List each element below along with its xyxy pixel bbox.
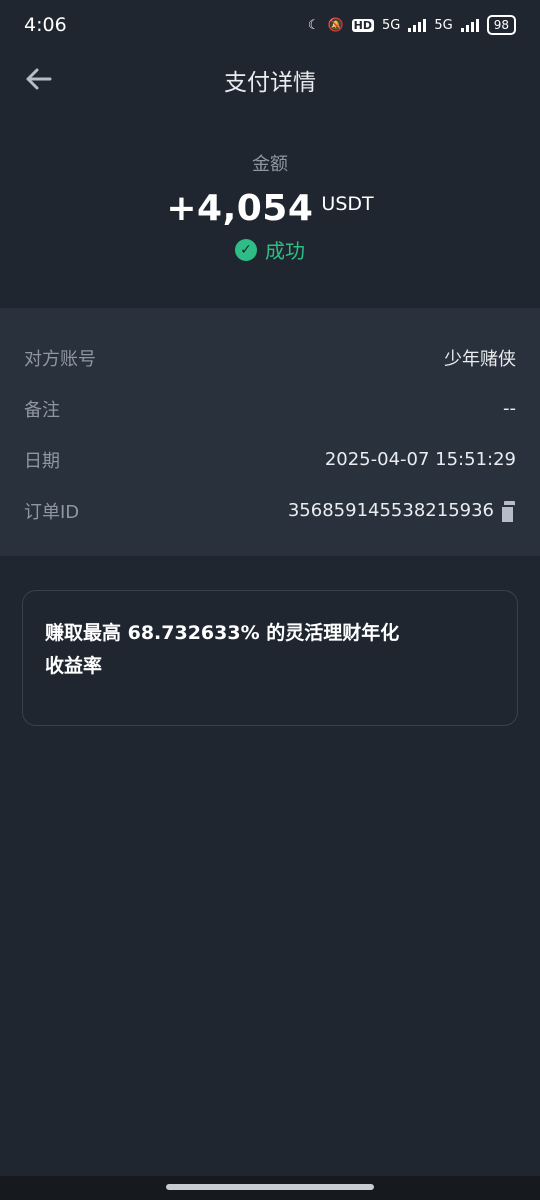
signal-icon-2 — [460, 18, 479, 32]
copy-icon[interactable] — [500, 500, 516, 524]
status-row: ✓ 成功 — [0, 235, 540, 264]
battery-icon: 98 — [486, 15, 516, 35]
detail-label: 日期 — [24, 450, 60, 472]
page-title: 支付详情 — [224, 70, 316, 96]
promo-text: 赚取最高 68.732633% 的灵活理财年化收益率 — [45, 622, 400, 677]
app-header: 支付详情 — [0, 50, 540, 110]
amount-label: 金额 — [252, 154, 288, 175]
mute-bell-icon: 🔕 — [327, 17, 344, 33]
promo-card[interactable]: 赚取最高 68.732633% 的灵活理财年化收益率 — [22, 590, 518, 726]
detail-label: 备注 — [24, 399, 60, 421]
moon-icon: ☾ — [307, 17, 320, 33]
arrow-left-icon — [26, 68, 52, 90]
network-label-2: 5G — [434, 17, 453, 33]
detail-row-note: 备注 -- — [24, 383, 516, 434]
detail-label: 订单ID — [24, 501, 80, 523]
detail-value: 2025-04-07 15:51:29 — [324, 449, 516, 470]
detail-row-date: 日期 2025-04-07 15:51:29 — [24, 434, 516, 485]
details-panel: 对方账号 少年赌侠 备注 -- 日期 2025-04-07 15:51:29 订… — [0, 308, 540, 556]
detail-row-counterparty: 对方账号 少年赌侠 — [24, 332, 516, 383]
status-text: 成功 — [265, 239, 305, 263]
home-indicator[interactable] — [166, 1184, 374, 1190]
signal-icon-1 — [408, 18, 427, 32]
status-bar: 4:06 ☾ 🔕 HD 5G 5G 98 — [0, 0, 540, 50]
amount-unit: USDT — [321, 193, 374, 215]
amount-section: 金额 +4,054 USDT ✓ 成功 — [0, 140, 540, 264]
clock: 4:06 — [24, 14, 67, 36]
detail-value: -- — [503, 398, 516, 419]
amount-value: +4,054 — [166, 188, 314, 229]
check-circle-icon: ✓ — [235, 238, 257, 261]
order-id-value: 356859145538215936 — [287, 500, 494, 521]
detail-label: 对方账号 — [24, 348, 96, 370]
system-nav-bar — [0, 1176, 540, 1200]
amount-row: +4,054 USDT — [0, 188, 540, 229]
status-icons: ☾ 🔕 HD 5G 5G 98 — [308, 15, 516, 35]
hd-badge: HD — [351, 18, 374, 32]
detail-row-order-id: 订单ID 356859145538215936 — [24, 485, 516, 536]
back-button[interactable] — [22, 62, 56, 96]
network-label-1: 5G — [382, 17, 401, 33]
detail-value: 少年赌侠 — [444, 348, 516, 370]
detail-value-wrap: 356859145538215936 — [287, 500, 516, 524]
